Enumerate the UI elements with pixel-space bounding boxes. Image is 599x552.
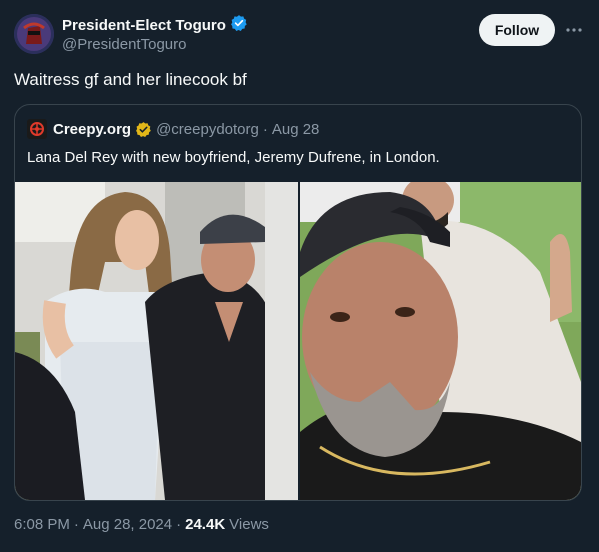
- quoted-tweet-header: Creepy.org @creepydotorg · Aug 28: [27, 119, 319, 139]
- separator-dot: ·: [73, 516, 79, 533]
- author-display-name[interactable]: President-Elect Toguro: [62, 17, 226, 34]
- avatar[interactable]: [14, 14, 54, 54]
- separator-dot: ·: [176, 516, 182, 533]
- verified-badge-icon: [230, 14, 248, 37]
- tweet-text: Waitress gf and her linecook bf: [14, 70, 247, 89]
- views-count[interactable]: 24.4K: [185, 516, 225, 533]
- photo-left[interactable]: [15, 182, 298, 500]
- author-info: President-Elect Toguro @PresidentToguro: [62, 14, 248, 53]
- tweet-header: President-Elect Toguro @PresidentToguro …: [14, 14, 585, 56]
- tweet-date[interactable]: Aug 28, 2024: [83, 516, 172, 533]
- media-grid: [15, 182, 581, 500]
- tweet-metadata: 6:08 PM · Aug 28, 2024 · 24.4K Views: [14, 516, 269, 533]
- views-label: Views: [229, 516, 269, 533]
- tweet: President-Elect Toguro @PresidentToguro …: [0, 0, 599, 552]
- tweet-time[interactable]: 6:08 PM: [14, 516, 70, 533]
- author-handle[interactable]: @PresidentToguro: [62, 36, 248, 53]
- quoted-tweet-text: Lana Del Rey with new boyfriend, Jeremy …: [27, 149, 440, 166]
- photo-right[interactable]: [300, 182, 581, 500]
- follow-button[interactable]: Follow: [479, 14, 555, 46]
- author-name-row: President-Elect Toguro: [62, 14, 248, 37]
- quoted-tweet[interactable]: Creepy.org @creepydotorg · Aug 28 Lana D…: [14, 104, 582, 501]
- quoted-handle[interactable]: @creepydotorg: [156, 121, 259, 138]
- separator-dot: ·: [262, 120, 268, 138]
- quoted-avatar[interactable]: [27, 119, 47, 139]
- quoted-display-name[interactable]: Creepy.org: [53, 121, 131, 138]
- quoted-date[interactable]: Aug 28: [272, 121, 320, 138]
- more-options-icon[interactable]: [563, 20, 585, 40]
- gold-verified-badge-icon: [135, 121, 152, 138]
